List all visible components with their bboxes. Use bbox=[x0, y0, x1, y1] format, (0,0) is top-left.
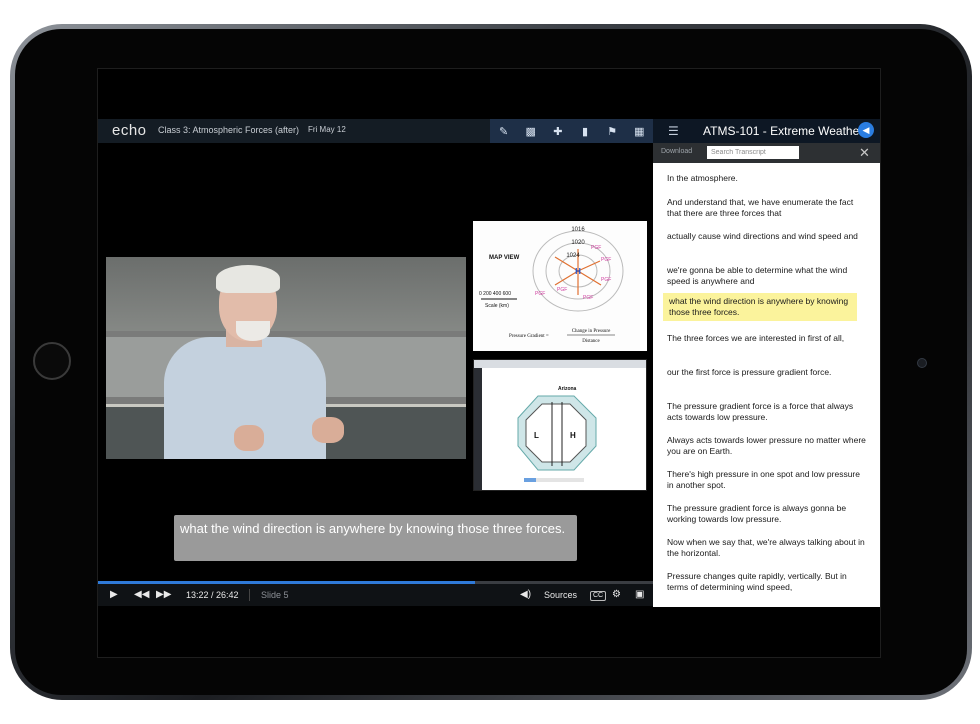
formula-numerator: Change in Pressure bbox=[572, 329, 611, 334]
time-display: 13:22 / 26:42 bbox=[186, 590, 239, 600]
transcript-segment[interactable]: Now when we say that, we're always talki… bbox=[667, 537, 867, 559]
transcript-segment[interactable]: we're gonna be able to determine what th… bbox=[667, 265, 867, 287]
slide-indicator: Slide 5 bbox=[261, 590, 289, 600]
bookmark-icon[interactable]: ▮ bbox=[577, 125, 593, 138]
transcript-header: ☰ ATMS-101 - Extreme Weather ◀ bbox=[653, 119, 880, 143]
pgf-label: PGF bbox=[583, 295, 593, 301]
isobar-label: 1016 bbox=[571, 227, 585, 233]
collapse-panel-icon[interactable]: ◀ bbox=[858, 122, 874, 138]
player-controls: ▶ ◀◀ ▶▶ 13:22 / 26:42 Slide 5 ◀) Sources… bbox=[98, 584, 653, 606]
isobar-label: 1024 bbox=[566, 253, 580, 259]
scale-label: Scale (km) bbox=[485, 303, 509, 309]
pgf-label: PGF bbox=[601, 257, 611, 263]
closed-caption: what the wind direction is anywhere by k… bbox=[174, 515, 577, 561]
low-label: L bbox=[534, 431, 539, 440]
discussion-icon[interactable]: ▩ bbox=[523, 125, 539, 138]
transcript-segment-active[interactable]: what the wind direction is anywhere by k… bbox=[663, 293, 857, 321]
list-icon[interactable]: ☰ bbox=[668, 124, 679, 138]
player-header: echo Class 3: Atmospheric Forces (after)… bbox=[98, 119, 653, 143]
download-link[interactable]: Download bbox=[661, 148, 692, 155]
rewind-icon[interactable]: ◀◀ bbox=[134, 589, 149, 600]
pgf-label: PGF bbox=[557, 287, 567, 293]
pgf-label: PGF bbox=[591, 245, 601, 251]
course-title: ATMS-101 - Extreme Weather bbox=[703, 124, 864, 138]
question-icon[interactable]: ✚ bbox=[550, 125, 566, 138]
transcript-segment[interactable]: actually cause wind directions and wind … bbox=[667, 231, 867, 242]
isobar-label: 1020 bbox=[571, 240, 585, 246]
high-label: H bbox=[570, 431, 576, 440]
pressure-map-diagram: 1016 1020 1024 H PGF PGF PGF PGF PGF PGF… bbox=[479, 227, 624, 344]
close-icon[interactable]: ✕ bbox=[859, 145, 870, 161]
wall bbox=[106, 257, 466, 331]
high-pressure-label: H bbox=[575, 267, 581, 276]
fast-forward-icon[interactable]: ▶▶ bbox=[156, 589, 171, 600]
layout-icon[interactable]: ▣ bbox=[635, 589, 644, 600]
lecturer-hand bbox=[234, 425, 264, 451]
transcript-segment[interactable]: In the atmosphere. bbox=[667, 173, 867, 184]
pgf-label: PGF bbox=[535, 291, 545, 297]
slide2-title: Arizona bbox=[558, 386, 577, 392]
transcript-list: In the atmosphere. And understand that, … bbox=[653, 163, 880, 607]
transcript-segment[interactable]: The pressure gradient force is a force t… bbox=[667, 401, 867, 423]
echo-logo: echo bbox=[112, 122, 147, 139]
front-camera bbox=[917, 358, 927, 368]
home-button[interactable] bbox=[33, 342, 71, 380]
lecturer-beard bbox=[236, 321, 270, 341]
lecturer-video[interactable] bbox=[106, 257, 466, 459]
settings-gear-icon[interactable]: ⚙ bbox=[612, 589, 621, 600]
lecturer-hand bbox=[312, 417, 344, 443]
screen: echo Class 3: Atmospheric Forces (after)… bbox=[97, 68, 881, 658]
confusion-icon[interactable]: ▦ bbox=[631, 125, 647, 138]
transcript-segment[interactable]: And understand that, we have enumerate t… bbox=[667, 197, 867, 219]
screen-capture-diagram: Arizona L H bbox=[474, 360, 646, 490]
transcript-segment[interactable]: our the first force is pressure gradient… bbox=[667, 367, 867, 378]
engagement-toolbar: ✎ ▩ ✚ ▮ ⚑ ▦ bbox=[490, 119, 653, 143]
map-view-label: MAP VIEW bbox=[489, 255, 520, 261]
formula-left: Pressure Gradient = bbox=[509, 334, 549, 339]
slide-thumbnail-pressure-gradient[interactable]: 1016 1020 1024 H PGF PGF PGF PGF PGF PGF… bbox=[473, 221, 647, 351]
class-title: Class 3: Atmospheric Forces (after) bbox=[158, 125, 300, 135]
pgf-label: PGF bbox=[601, 277, 611, 283]
volume-icon[interactable]: ◀) bbox=[520, 589, 531, 600]
notes-icon[interactable]: ✎ bbox=[496, 125, 512, 138]
sources-button[interactable]: Sources bbox=[544, 590, 577, 600]
lecturer-hair bbox=[216, 265, 280, 293]
formula-denominator: Distance bbox=[582, 339, 600, 344]
transcript-segment[interactable]: There's high pressure in one spot and lo… bbox=[667, 469, 867, 491]
flag-icon[interactable]: ⚑ bbox=[604, 125, 620, 138]
slide-thumbnail-screen-capture[interactable]: Arizona L H bbox=[473, 359, 647, 491]
search-transcript-input[interactable] bbox=[707, 146, 799, 159]
scale-ticks: 0 200 400 600 bbox=[479, 291, 511, 297]
closed-captions-button[interactable]: CC bbox=[590, 591, 607, 601]
play-icon[interactable]: ▶ bbox=[110, 589, 118, 600]
divider bbox=[249, 589, 250, 601]
class-date: Fri May 12 bbox=[308, 125, 346, 134]
transcript-segment[interactable]: Pressure changes quite rapidly, vertical… bbox=[667, 571, 867, 593]
transcript-segment[interactable]: The pressure gradient force is always go… bbox=[667, 503, 867, 525]
transcript-segment[interactable]: Always acts towards lower pressure no ma… bbox=[667, 435, 867, 457]
transcript-segment[interactable]: The three forces we are interested in fi… bbox=[667, 333, 867, 344]
transcript-toolbar: Download ✕ bbox=[653, 143, 880, 163]
